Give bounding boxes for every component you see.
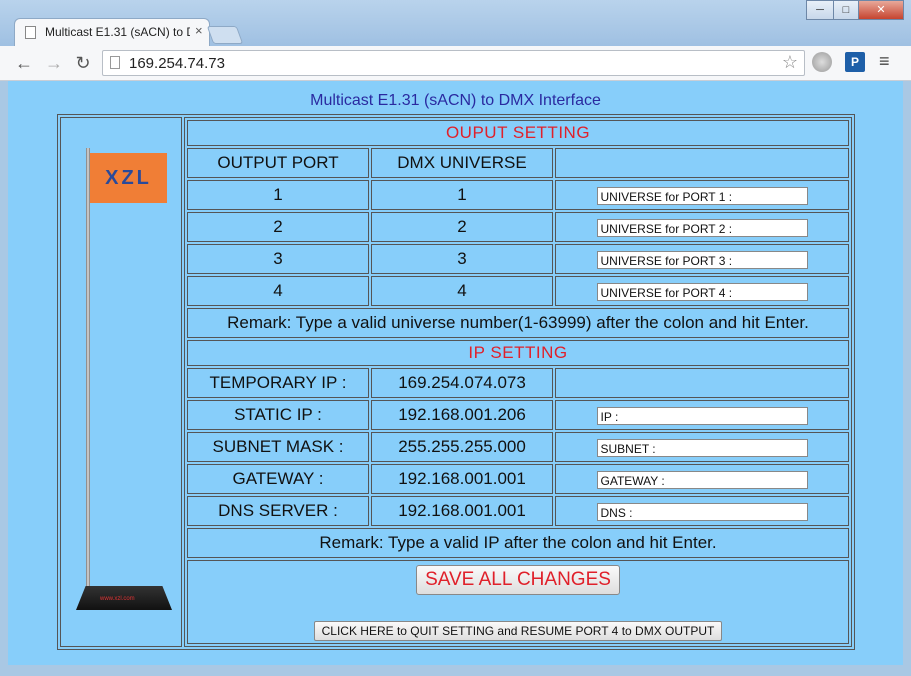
universe-port-1-input[interactable]: UNIVERSE for PORT 1 : — [596, 186, 808, 205]
ip-row: DNS SERVER : 192.168.001.001 DNS : — [187, 496, 849, 526]
browser-tab[interactable]: Multicast E1.31 (sACN) to DMX Interface … — [14, 18, 210, 46]
static-ip-label: STATIC IP : — [187, 400, 369, 430]
universe-value: 1 — [371, 180, 553, 210]
save-all-changes-button[interactable]: SAVE ALL CHANGES — [416, 565, 620, 595]
output-row: 4 4 UNIVERSE for PORT 4 : — [187, 276, 849, 306]
gateway-input-cell: GATEWAY : — [555, 464, 849, 494]
actions-cell: SAVE ALL CHANGES CLICK HERE to QUIT SETT… — [187, 560, 849, 644]
window-titlebar: Multicast E1.31 (sACN) to DMX Interface … — [0, 0, 911, 46]
extension-icon[interactable]: P — [845, 52, 865, 72]
universe-input-cell: UNIVERSE for PORT 1 : — [555, 180, 849, 210]
reload-icon[interactable]: ↻ — [71, 51, 95, 75]
settings-table: OUPUT SETTING OUTPUT PORT DMX UNIVERSE 1… — [185, 118, 851, 646]
menu-icon[interactable]: ≡ — [879, 51, 890, 72]
ip-remark: Remark: Type a valid IP after the colon … — [187, 528, 849, 558]
page-icon — [110, 56, 120, 69]
output-row: 1 1 UNIVERSE for PORT 1 : — [187, 180, 849, 210]
page-content: Multicast E1.31 (sACN) to DMX Interface … — [8, 81, 903, 665]
dns-server-label: DNS SERVER : — [187, 496, 369, 526]
dns-server-value: 192.168.001.001 — [371, 496, 553, 526]
universe-value: 2 — [371, 212, 553, 242]
static-ip-value: 192.168.001.206 — [371, 400, 553, 430]
dns-input[interactable]: DNS : — [596, 502, 808, 521]
port-number: 1 — [187, 180, 369, 210]
output-row: 3 3 UNIVERSE for PORT 3 : — [187, 244, 849, 274]
page-icon — [25, 26, 36, 39]
ip-row: SUBNET MASK : 255.255.255.000 SUBNET : — [187, 432, 849, 462]
address-bar[interactable]: 169.254.74.73 ☆ — [102, 50, 805, 76]
page-title: Multicast E1.31 (sACN) to DMX Interface — [310, 92, 601, 109]
subnet-mask-value: 255.255.255.000 — [371, 432, 553, 462]
ip-row: GATEWAY : 192.168.001.001 GATEWAY : — [187, 464, 849, 494]
universe-input-cell: UNIVERSE for PORT 4 : — [555, 276, 849, 306]
flag-pole — [86, 148, 90, 586]
universe-input-cell: UNIVERSE for PORT 3 : — [555, 244, 849, 274]
port-number: 3 — [187, 244, 369, 274]
browser-toolbar: ← → ↻ 169.254.74.73 ☆ P ≡ — [0, 46, 911, 81]
ip-input-cell: IP : — [555, 400, 849, 430]
maximize-button[interactable]: □ — [833, 0, 859, 20]
gateway-label: GATEWAY : — [187, 464, 369, 494]
base-text: www.xzl.com — [100, 596, 135, 602]
bookmark-star-icon[interactable]: ☆ — [782, 52, 798, 73]
universe-port-2-input[interactable]: UNIVERSE for PORT 2 : — [596, 218, 808, 237]
universe-value: 3 — [371, 244, 553, 274]
universe-remark: Remark: Type a valid universe number(1-6… — [187, 308, 849, 338]
output-port-header: OUTPUT PORT — [187, 148, 369, 178]
gateway-input[interactable]: GATEWAY : — [596, 470, 808, 489]
temporary-ip-value: 169.254.074.073 — [371, 368, 553, 398]
flag-logo: XZL — [90, 153, 167, 203]
extension-globe-icon[interactable] — [812, 52, 832, 72]
output-row: 2 2 UNIVERSE for PORT 2 : — [187, 212, 849, 242]
dns-input-cell: DNS : — [555, 496, 849, 526]
gateway-value: 192.168.001.001 — [371, 464, 553, 494]
close-window-button[interactable]: ✕ — [858, 0, 904, 20]
ip-row: STATIC IP : 192.168.001.206 IP : — [187, 400, 849, 430]
ip-setting-heading: IP SETTING — [187, 340, 849, 366]
temporary-ip-label: TEMPORARY IP : — [187, 368, 369, 398]
static-ip-input[interactable]: IP : — [596, 406, 808, 425]
universe-input-cell: UNIVERSE for PORT 2 : — [555, 212, 849, 242]
window-bottom-border — [0, 665, 911, 676]
dmx-universe-header: DMX UNIVERSE — [371, 148, 553, 178]
tab-title: Multicast E1.31 (sACN) to DMX Interface — [45, 25, 190, 39]
new-tab-button[interactable] — [206, 26, 244, 44]
port-number: 4 — [187, 276, 369, 306]
universe-value: 4 — [371, 276, 553, 306]
settings-frame: XZL www.xzl.com OUPUT SETTING OUTPUT POR… — [57, 114, 855, 650]
subnet-mask-label: SUBNET MASK : — [187, 432, 369, 462]
flag-illustration: XZL www.xzl.com — [60, 117, 182, 647]
settings-panel: OUPUT SETTING OUTPUT PORT DMX UNIVERSE 1… — [184, 117, 852, 647]
universe-port-4-input[interactable]: UNIVERSE for PORT 4 : — [596, 282, 808, 301]
forward-arrow-icon[interactable]: → — [42, 51, 66, 75]
url-text[interactable]: 169.254.74.73 — [129, 55, 225, 72]
subnet-input[interactable]: SUBNET : — [596, 438, 808, 457]
minimize-button[interactable]: ─ — [806, 0, 834, 20]
universe-port-3-input[interactable]: UNIVERSE for PORT 3 : — [596, 250, 808, 269]
output-setting-heading: OUPUT SETTING — [187, 120, 849, 146]
quit-setting-button[interactable]: CLICK HERE to QUIT SETTING and RESUME PO… — [313, 621, 723, 641]
blank-cell — [555, 368, 849, 398]
subnet-input-cell: SUBNET : — [555, 432, 849, 462]
flag-base: www.xzl.com — [76, 586, 172, 610]
blank-header — [555, 148, 849, 178]
back-arrow-icon[interactable]: ← — [12, 51, 36, 75]
port-number: 2 — [187, 212, 369, 242]
tab-close-icon[interactable]: × — [195, 23, 203, 38]
